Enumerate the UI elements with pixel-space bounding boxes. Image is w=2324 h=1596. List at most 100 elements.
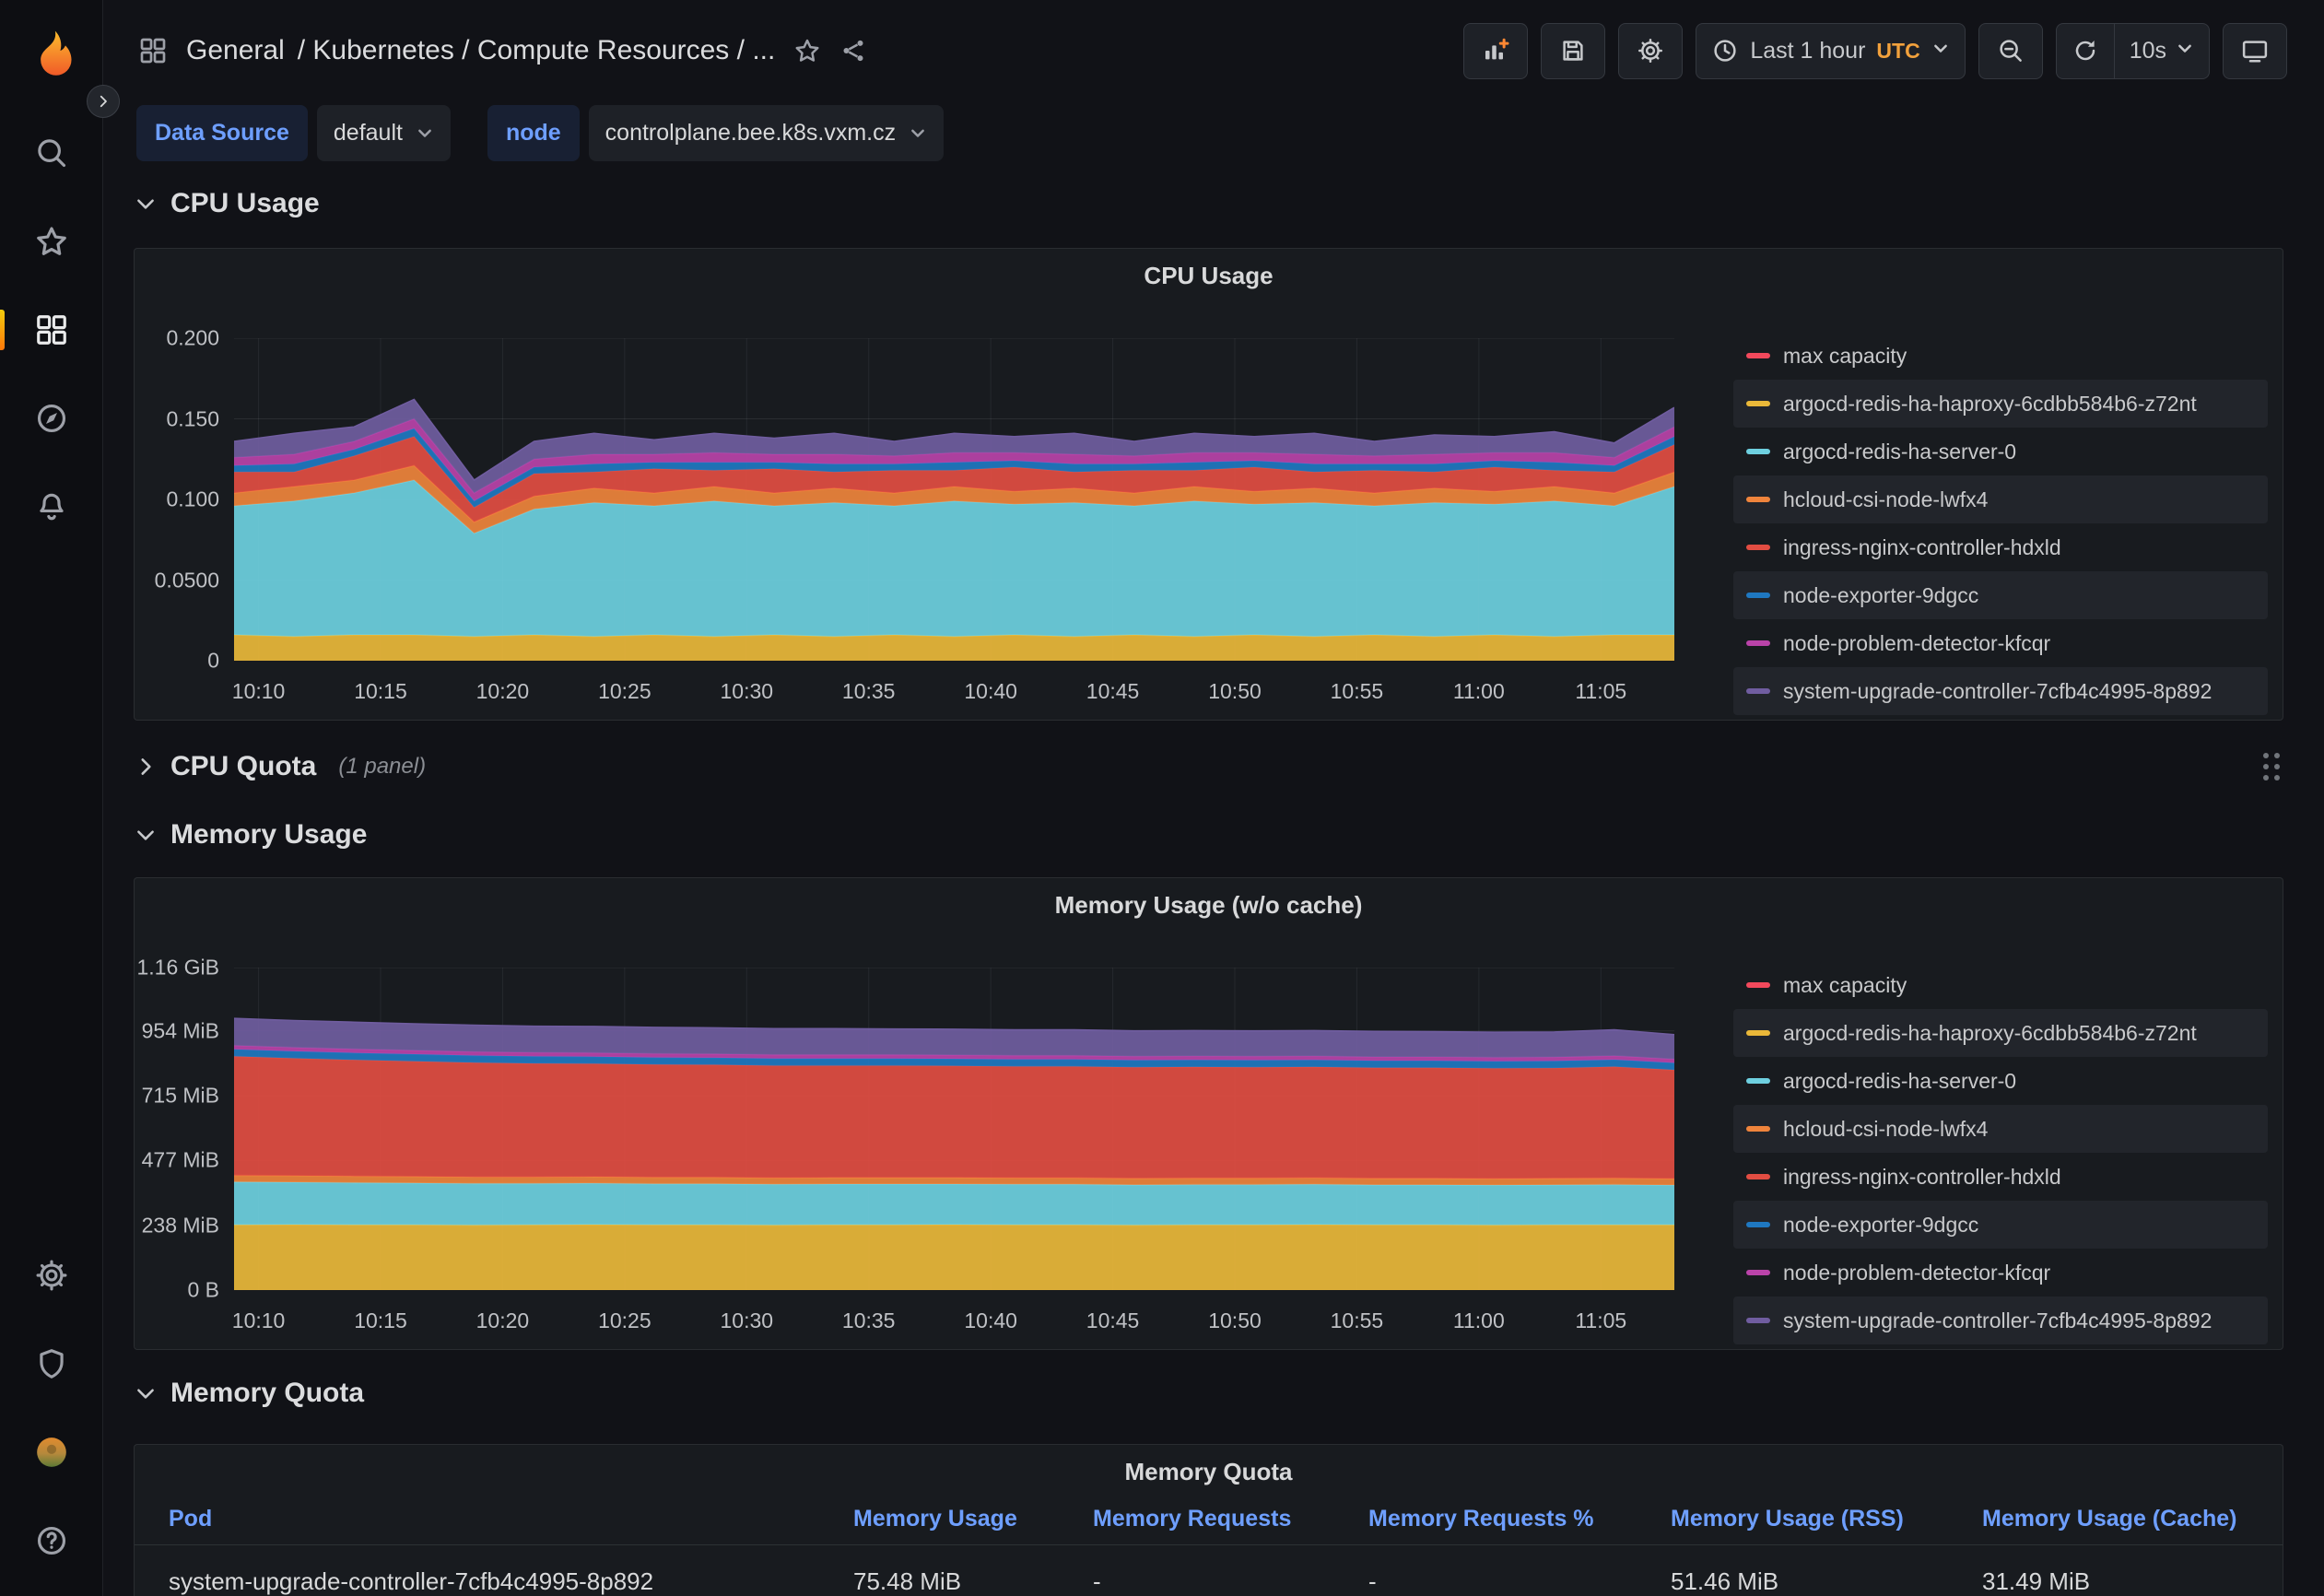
legend-item[interactable]: node-exporter-9dgcc <box>1733 571 2268 619</box>
y-axis: 0 B238 MiB477 MiB715 MiB954 MiB1.16 GiB <box>135 968 234 1290</box>
grafana-logo[interactable] <box>0 0 102 109</box>
breadcrumb-dashboard-title[interactable]: / Kubernetes / Compute Resources / ... <box>298 35 776 66</box>
y-axis-label: 1.16 GiB <box>137 956 220 980</box>
legend-item[interactable]: argocd-redis-ha-server-0 <box>1733 428 2268 475</box>
dashboard-settings-button[interactable] <box>1618 23 1683 79</box>
x-axis-label: 10:35 <box>842 679 896 704</box>
breadcrumb-folder[interactable]: General <box>186 35 285 66</box>
sidebar-item-dashboards[interactable] <box>0 286 102 374</box>
datasource-select[interactable]: default <box>317 105 451 161</box>
legend-label: node-problem-detector-kfcqr <box>1783 1261 2050 1285</box>
legend-item[interactable]: hcloud-csi-node-lwfx4 <box>1733 475 2268 523</box>
grafana-app: General / Kubernetes / Compute Resources… <box>0 0 2324 1596</box>
chevron-down-icon <box>2176 38 2194 65</box>
refresh-interval-dropdown[interactable]: 10s <box>2114 24 2209 78</box>
panel-title[interactable]: Memory Usage (w/o cache) <box>135 891 2283 920</box>
table-column-header[interactable]: Memory Usage <box>853 1506 1093 1532</box>
chart-canvas[interactable] <box>234 338 1674 661</box>
legend-color-swatch <box>1746 449 1770 454</box>
y-axis-label: 0.0500 <box>155 568 219 593</box>
legend-item[interactable]: max capacity <box>1733 332 2268 380</box>
legend-label: argocd-redis-ha-haproxy-6cdbb584b6-z72nt <box>1783 1021 2197 1046</box>
node-select[interactable]: controlplane.bee.k8s.vxm.cz <box>589 105 944 161</box>
legend-item[interactable]: node-problem-detector-kfcqr <box>1733 619 2268 667</box>
y-axis-label: 715 MiB <box>142 1084 219 1109</box>
datasource-value: default <box>334 120 403 147</box>
sidebar-item-server-admin[interactable] <box>0 1320 102 1408</box>
node-label: node <box>487 105 580 161</box>
drag-handle[interactable] <box>2263 753 2280 780</box>
plot-area[interactable] <box>234 968 1674 1290</box>
table-column-header[interactable]: Memory Requests % <box>1368 1506 1671 1532</box>
section-memory-quota[interactable]: Memory Quota <box>134 1367 2283 1420</box>
share-dashboard-button[interactable] <box>839 37 867 65</box>
table-column-header[interactable]: Memory Usage (Cache) <box>1982 1506 2283 1532</box>
zoom-out-icon <box>1997 37 2025 65</box>
y-axis-label: 238 MiB <box>142 1213 219 1238</box>
panel-count: (1 panel) <box>338 754 426 780</box>
section-cpu-quota[interactable]: CPU Quota (1 panel) <box>134 739 2283 794</box>
table-column-header[interactable]: Pod <box>169 1506 853 1532</box>
legend-label: argocd-redis-ha-haproxy-6cdbb584b6-z72nt <box>1783 392 2197 417</box>
y-axis: 00.05000.1000.1500.200 <box>135 338 234 661</box>
plot-area[interactable] <box>234 338 1674 661</box>
legend-label: hcloud-csi-node-lwfx4 <box>1783 487 1988 512</box>
bell-icon <box>34 489 69 524</box>
cycle-view-mode-button[interactable] <box>2223 23 2287 79</box>
table-column-header[interactable]: Memory Requests <box>1093 1506 1368 1532</box>
x-axis-label: 11:00 <box>1453 1308 1505 1333</box>
legend-color-swatch <box>1746 593 1770 598</box>
chevron-down-icon <box>134 192 158 216</box>
legend-item[interactable]: ingress-nginx-controller-hdxld <box>1733 523 2268 571</box>
legend-item[interactable]: node-problem-detector-kfcqr <box>1733 1249 2268 1297</box>
legend-label: system-upgrade-controller-7cfb4c4995-8p8… <box>1783 679 2212 704</box>
sidebar-item-alerting[interactable] <box>0 463 102 551</box>
section-memory-usage[interactable]: Memory Usage <box>134 809 2283 861</box>
legend-label: max capacity <box>1783 973 1907 998</box>
section-title: CPU Quota <box>170 751 316 782</box>
panel-title[interactable]: Memory Quota <box>135 1458 2283 1486</box>
zoom-out-button[interactable] <box>1978 23 2043 79</box>
y-axis-label: 477 MiB <box>142 1148 219 1173</box>
legend-item[interactable]: ingress-nginx-controller-hdxld <box>1733 1153 2268 1201</box>
search-icon <box>34 135 69 170</box>
x-axis-label: 10:45 <box>1086 1308 1140 1333</box>
sidebar-expand-button[interactable] <box>87 85 120 118</box>
legend-item[interactable]: argocd-redis-ha-haproxy-6cdbb584b6-z72nt <box>1733 1009 2268 1057</box>
time-range-picker[interactable]: Last 1 hour UTC <box>1696 23 1965 79</box>
y-axis-label: 0.100 <box>166 487 219 512</box>
legend-item[interactable]: system-upgrade-controller-7cfb4c4995-8p8… <box>1733 667 2268 715</box>
legend-item[interactable]: system-upgrade-controller-7cfb4c4995-8p8… <box>1733 1297 2268 1344</box>
refresh-icon <box>2072 37 2099 65</box>
legend-item[interactable]: node-exporter-9dgcc <box>1733 1201 2268 1249</box>
legend-item[interactable]: hcloud-csi-node-lwfx4 <box>1733 1105 2268 1153</box>
legend-label: max capacity <box>1783 344 1907 369</box>
user-avatar <box>34 1435 69 1470</box>
sidebar-item-explore[interactable] <box>0 374 102 463</box>
legend-item[interactable]: argocd-redis-ha-haproxy-6cdbb584b6-z72nt <box>1733 380 2268 428</box>
y-axis-label: 0 <box>207 649 219 674</box>
add-panel-button[interactable] <box>1463 23 1528 79</box>
panel-title[interactable]: CPU Usage <box>135 262 2283 290</box>
x-axis-label: 10:50 <box>1208 679 1262 704</box>
refresh-button[interactable] <box>2057 24 2114 78</box>
legend-item[interactable]: max capacity <box>1733 961 2268 1009</box>
sidebar-item-starred[interactable] <box>0 197 102 286</box>
shield-icon <box>34 1346 69 1381</box>
sidebar-item-help[interactable] <box>0 1496 102 1585</box>
legend-item[interactable]: argocd-redis-ha-server-0 <box>1733 1057 2268 1105</box>
x-axis-label: 10:10 <box>232 679 286 704</box>
dashboard-header: General / Kubernetes / Compute Resources… <box>103 0 2324 101</box>
table-column-header[interactable]: Memory Usage (RSS) <box>1671 1506 1982 1532</box>
legend: max capacity argocd-redis-ha-haproxy-6cdb… <box>1733 961 2268 1344</box>
save-dashboard-button[interactable] <box>1541 23 1605 79</box>
star-dashboard-button[interactable] <box>793 37 821 65</box>
sidebar-item-configuration[interactable] <box>0 1231 102 1320</box>
x-axis-label: 10:40 <box>964 1308 1017 1333</box>
section-cpu-usage[interactable]: CPU Usage <box>134 178 2283 229</box>
sidebar-item-search[interactable] <box>0 109 102 197</box>
breadcrumb: General / Kubernetes / Compute Resources… <box>186 35 775 66</box>
chart-canvas[interactable] <box>234 968 1674 1290</box>
sidebar-item-profile[interactable] <box>0 1408 102 1496</box>
datasource-label: Data Source <box>136 105 308 161</box>
